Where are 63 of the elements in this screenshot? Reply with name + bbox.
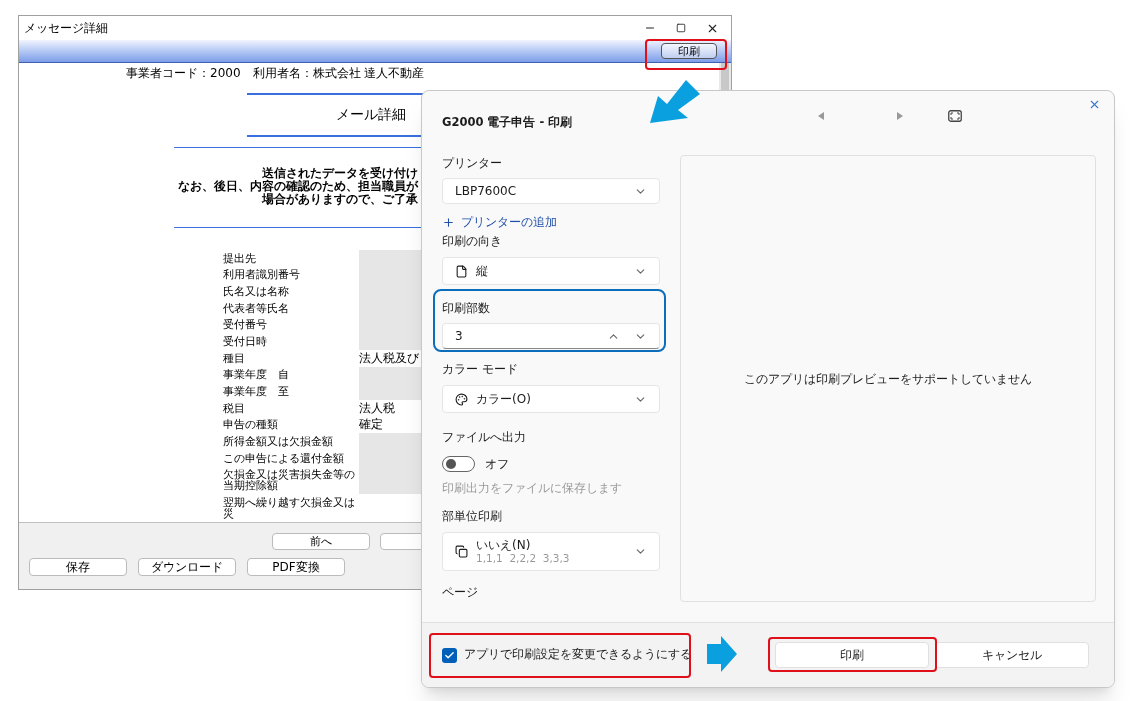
dialog-title: G2000 電子申告 - 印刷 [442,114,573,132]
action-button[interactable]: 保存 [29,558,127,576]
add-printer-link[interactable]: プリンターの追加 [442,214,660,230]
palette-icon [455,392,468,406]
dropdown[interactable]: LBP7600C [442,178,660,204]
field-label: 種目 [223,350,246,366]
toggle-state: オフ [485,456,509,473]
field-label: この申告による還付金額 [223,450,345,466]
color-mode-label: カラー モード [442,361,519,377]
action-button[interactable]: PDF変換 [247,558,345,576]
window-title: メッセージ詳細 [24,20,108,37]
page-icon [455,264,468,278]
message-line: 場合がありますので、ご了承 [262,192,418,206]
toggle-switch[interactable] [442,456,475,472]
dialog-button[interactable]: 印刷 [775,642,929,668]
hint-text: 印刷出力をファイルに保存します [442,480,623,496]
field-label: 事業年度 自 [223,367,290,383]
field-label: 翌期へ繰り越す欠損金又は災 [223,495,356,522]
fit-page-icon[interactable] [948,110,963,122]
dropdown[interactable]: いいえ(N) 1,1,1 2,2,2 3,3,3 [442,532,660,571]
action-button[interactable]: ダウンロード [138,558,236,576]
collate-label: 部単位印刷 [442,508,503,524]
check-icon [444,649,455,661]
collate-value: いいえ(N) [476,538,532,552]
field-label: 代表者等氏名 [223,300,290,316]
orientation-value: 縦 [476,263,488,280]
field-label: 受付番号 [223,317,268,333]
field-label: 所得金額又は欠損金額 [223,434,334,450]
dropdown[interactable]: カラー(O) [442,385,660,413]
preview-message: このアプリは印刷プレビューをサポートしていません [744,370,1032,388]
checkbox[interactable] [442,647,457,663]
field-label: 事業年度 至 [223,384,290,400]
page-label: ページ [442,584,479,600]
field-label: 税目 [223,400,246,416]
print-button[interactable]: 印刷 [661,43,717,59]
dropdown[interactable]: 縦 [442,257,660,285]
collate-order: 1,1,1 2,2,2 3,3,3 [476,551,570,565]
page-heading: メール詳細 [336,105,406,125]
field-label: 申告の種類 [223,417,279,433]
field-label: 欠損金又は災害損失金等の当期控除額 [223,467,356,494]
maximize-icon[interactable] [676,23,686,33]
printer-value: LBP7600C [455,183,517,200]
field-label: 受付日時 [223,333,268,349]
message-line: なお、後日、内容の確認のため、担当職員が [178,179,418,193]
copies-icon [455,545,468,558]
printer-label: プリンター [442,155,503,171]
header-text: 事業者コード：2000 利用者名：株式会社 達人不動産 [126,67,426,79]
pointer-arrow [650,80,700,123]
previous-page-icon[interactable] [818,112,825,120]
color-mode-value: カラー(O) [476,391,531,408]
field-label: 提出先 [223,250,257,266]
copies-label: 印刷部数 [442,300,491,316]
dialog-button[interactable]: キャンセル [935,642,1089,668]
next-page-icon[interactable] [897,112,904,120]
copies-spinbox[interactable]: 3 [442,323,660,349]
nav-button[interactable]: 前へ [272,533,370,550]
message-line: 送信されたデータを受け付け [262,166,418,180]
plus-icon [442,215,455,229]
field-label: 利用者識別番号 [223,267,301,283]
pointer-arrow [707,636,737,672]
orientation-label: 印刷の向き [442,233,503,249]
file-output-label: ファイルへ出力 [442,429,527,445]
field-label: 氏名又は名称 [223,283,290,299]
